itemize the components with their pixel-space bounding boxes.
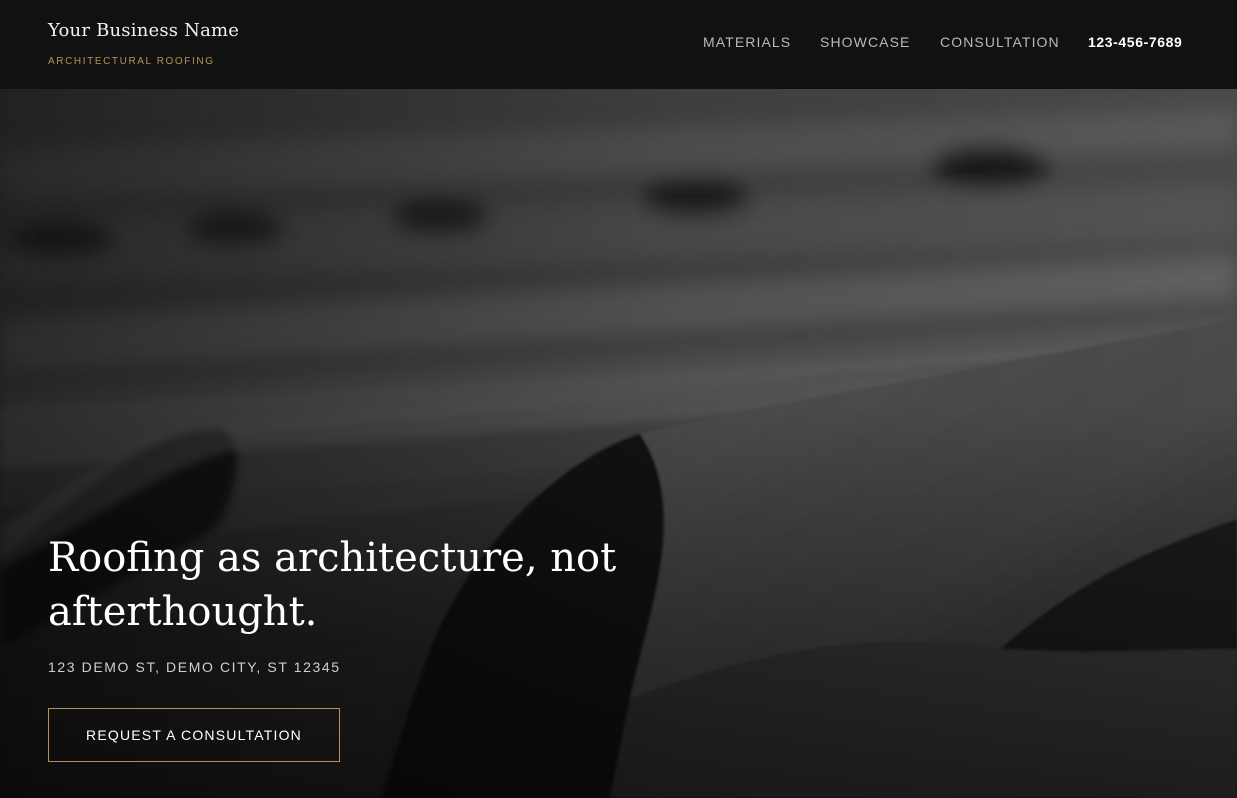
nav-link-consultation[interactable]: CONSULTATION [940,34,1060,50]
hero-address: 123 DEMO ST, DEMO CITY, ST 12345 [48,659,341,675]
hero-section: Roofing as architecture, not afterthough… [0,89,1237,798]
brand-tagline: ARCHITECTURAL ROOFING [48,56,215,67]
site-header: Your Business Name ARCHITECTURAL ROOFING… [0,0,1237,89]
phone-link[interactable]: 123-456-7689 [1088,34,1182,50]
nav-link-showcase[interactable]: SHOWCASE [820,34,910,50]
brand-name[interactable]: Your Business Name [48,20,239,41]
hero-headline: Roofing as architecture, not afterthough… [48,535,617,635]
hero-background-image [0,89,1237,798]
request-consultation-button[interactable]: REQUEST A CONSULTATION [48,708,340,762]
nav-link-materials[interactable]: MATERIALS [703,34,791,50]
